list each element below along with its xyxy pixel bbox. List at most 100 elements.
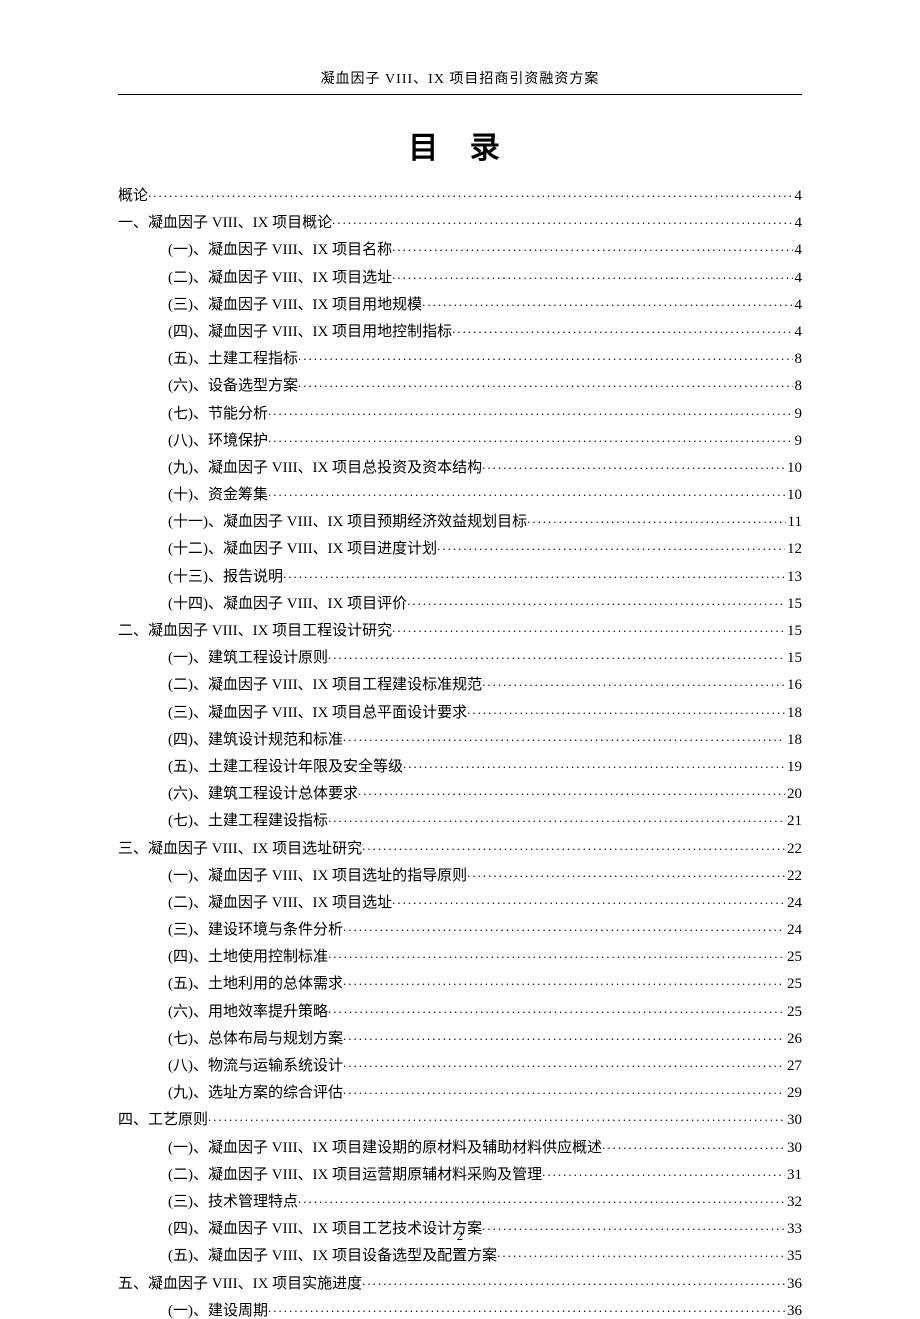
toc-entry-page: 30 bbox=[785, 1113, 802, 1128]
toc-entry: (十)、资金筹集10 bbox=[118, 484, 802, 503]
toc-entry: (三)、建设环境与条件分析24 bbox=[118, 919, 802, 938]
toc-entry: (七)、节能分析9 bbox=[118, 403, 802, 422]
toc-leader-dots bbox=[467, 865, 785, 880]
toc-leader-dots bbox=[343, 1082, 785, 1097]
toc-entry-label: (六)、用地效率提升策略 bbox=[168, 1005, 328, 1020]
toc-entry-page: 24 bbox=[785, 896, 802, 911]
toc-entry-label: (七)、土建工程建设指标 bbox=[168, 814, 328, 829]
toc-entry-label: (十一)、凝血因子 VIII、IX 项目预期经济效益规划目标 bbox=[168, 515, 527, 530]
toc-entry-page: 4 bbox=[793, 189, 803, 204]
toc-leader-dots bbox=[527, 511, 785, 526]
toc-leader-dots bbox=[482, 674, 785, 689]
toc-entry-label: (五)、土地利用的总体需求 bbox=[168, 977, 343, 992]
toc-entry-page: 25 bbox=[785, 950, 802, 965]
toc-leader-dots bbox=[328, 647, 785, 662]
toc-entry: 三、凝血因子 VIII、IX 项目选址研究22 bbox=[118, 838, 802, 857]
toc-leader-dots bbox=[392, 620, 785, 635]
toc-entry: (一)、凝血因子 VIII、IX 项目建设期的原材料及辅助材料供应概述30 bbox=[118, 1137, 802, 1156]
toc-leader-dots bbox=[482, 457, 785, 472]
toc-entry-page: 25 bbox=[785, 1005, 802, 1020]
toc-entry-page: 15 bbox=[785, 624, 802, 639]
toc-entry-page: 21 bbox=[785, 814, 802, 829]
toc-entry-page: 4 bbox=[793, 325, 803, 340]
toc-leader-dots bbox=[343, 919, 785, 934]
toc-entry: (五)、土建工程设计年限及安全等级19 bbox=[118, 756, 802, 775]
toc-entry: (三)、凝血因子 VIII、IX 项目用地规模4 bbox=[118, 294, 802, 313]
toc-entry: (十一)、凝血因子 VIII、IX 项目预期经济效益规划目标11 bbox=[118, 511, 802, 530]
toc-entry: (一)、凝血因子 VIII、IX 项目名称4 bbox=[118, 239, 802, 258]
toc-entry: (七)、总体布局与规划方案 26 bbox=[118, 1028, 802, 1047]
toc-entry-page: 8 bbox=[793, 379, 803, 394]
toc-entry: (七)、土建工程建设指标 21 bbox=[118, 810, 802, 829]
toc-entry-page: 32 bbox=[785, 1195, 802, 1210]
toc-entry-label: (七)、总体布局与规划方案 bbox=[168, 1032, 343, 1047]
toc-entry-page: 26 bbox=[785, 1032, 802, 1047]
toc-entry: (三)、凝血因子 VIII、IX 项目总平面设计要求 18 bbox=[118, 702, 802, 721]
table-of-contents: 概论4一、凝血因子 VIII、IX 项目概论4(一)、凝血因子 VIII、IX … bbox=[118, 185, 802, 1319]
toc-entry-page: 35 bbox=[785, 1249, 802, 1264]
toc-entry: (四)、建筑设计规范和标准18 bbox=[118, 729, 802, 748]
toc-entry: 二、凝血因子 VIII、IX 项目工程设计研究15 bbox=[118, 620, 802, 639]
toc-entry-label: (五)、凝血因子 VIII、IX 项目设备选型及配置方案 bbox=[168, 1249, 497, 1264]
toc-entry-page: 36 bbox=[785, 1304, 802, 1319]
toc-entry-label: (十三)、报告说明 bbox=[168, 570, 283, 585]
toc-leader-dots bbox=[392, 239, 792, 254]
toc-entry-label: (四)、土地使用控制标准 bbox=[168, 950, 328, 965]
toc-leader-dots bbox=[148, 185, 792, 200]
toc-entry-label: (三)、凝血因子 VIII、IX 项目总平面设计要求 bbox=[168, 706, 467, 721]
toc-entry: (二)、凝血因子 VIII、IX 项目工程建设标准规范16 bbox=[118, 674, 802, 693]
page-header-title: 凝血因子 VIII、IX 项目招商引资融资方案 bbox=[118, 68, 802, 88]
toc-heading: 目 录 bbox=[118, 123, 802, 167]
toc-leader-dots bbox=[358, 783, 785, 798]
toc-leader-dots bbox=[328, 946, 785, 961]
toc-entry: (一)、凝血因子 VIII、IX 项目选址的指导原则22 bbox=[118, 865, 802, 884]
toc-leader-dots bbox=[392, 267, 792, 282]
toc-entry-label: (一)、凝血因子 VIII、IX 项目建设期的原材料及辅助材料供应概述 bbox=[168, 1141, 602, 1156]
toc-entry: (八)、物流与运输系统设计27 bbox=[118, 1055, 802, 1074]
toc-leader-dots bbox=[328, 1001, 785, 1016]
toc-entry-label: 一、凝血因子 VIII、IX 项目概论 bbox=[118, 216, 332, 231]
toc-entry-page: 18 bbox=[785, 733, 802, 748]
toc-entry-page: 4 bbox=[793, 298, 803, 313]
toc-entry-page: 13 bbox=[785, 570, 802, 585]
toc-entry-page: 10 bbox=[785, 488, 802, 503]
toc-leader-dots bbox=[437, 538, 785, 553]
toc-entry: (六)、设备选型方案8 bbox=[118, 375, 802, 394]
toc-entry: 五、凝血因子 VIII、IX 项目实施进度36 bbox=[118, 1273, 802, 1292]
toc-entry: (六)、用地效率提升策略 25 bbox=[118, 1001, 802, 1020]
toc-entry-page: 8 bbox=[793, 352, 803, 367]
toc-leader-dots bbox=[343, 1028, 785, 1043]
toc-entry: (六)、建筑工程设计总体要求20 bbox=[118, 783, 802, 802]
toc-entry-page: 18 bbox=[785, 706, 802, 721]
toc-entry-page: 25 bbox=[785, 977, 802, 992]
toc-leader-dots bbox=[467, 702, 785, 717]
toc-entry: (一)、建筑工程设计原则 15 bbox=[118, 647, 802, 666]
toc-entry: 一、凝血因子 VIII、IX 项目概论 4 bbox=[118, 212, 802, 231]
toc-entry-label: (十四)、凝血因子 VIII、IX 项目评价 bbox=[168, 597, 407, 612]
toc-entry-label: (七)、节能分析 bbox=[168, 407, 268, 422]
toc-entry-label: (二)、凝血因子 VIII、IX 项目工程建设标准规范 bbox=[168, 678, 482, 693]
toc-entry-label: (六)、建筑工程设计总体要求 bbox=[168, 787, 358, 802]
toc-leader-dots bbox=[208, 1109, 785, 1124]
toc-leader-dots bbox=[298, 375, 793, 390]
toc-entry-page: 15 bbox=[785, 651, 802, 666]
toc-entry-label: (一)、建筑工程设计原则 bbox=[168, 651, 328, 666]
toc-entry-label: (二)、凝血因子 VIII、IX 项目选址 bbox=[168, 896, 392, 911]
toc-entry-label: (三)、建设环境与条件分析 bbox=[168, 923, 343, 938]
toc-leader-dots bbox=[403, 756, 785, 771]
toc-entry-label: (三)、技术管理特点 bbox=[168, 1195, 298, 1210]
toc-entry-label: (四)、凝血因子 VIII、IX 项目用地控制指标 bbox=[168, 325, 452, 340]
toc-leader-dots bbox=[452, 321, 792, 336]
toc-entry-label: (五)、土建工程设计年限及安全等级 bbox=[168, 760, 403, 775]
toc-entry-page: 22 bbox=[785, 869, 802, 884]
toc-entry-label: (九)、选址方案的综合评估 bbox=[168, 1086, 343, 1101]
toc-entry-label: (一)、建设周期 bbox=[168, 1304, 268, 1319]
toc-entry-page: 4 bbox=[793, 216, 803, 231]
toc-entry-label: (八)、物流与运输系统设计 bbox=[168, 1059, 343, 1074]
toc-leader-dots bbox=[328, 810, 785, 825]
toc-entry: (五)、土地利用的总体需求 25 bbox=[118, 973, 802, 992]
toc-entry-label: 四、工艺原则 bbox=[118, 1113, 208, 1128]
toc-leader-dots bbox=[362, 1273, 785, 1288]
toc-leader-dots bbox=[268, 430, 793, 445]
toc-leader-dots bbox=[422, 294, 792, 309]
